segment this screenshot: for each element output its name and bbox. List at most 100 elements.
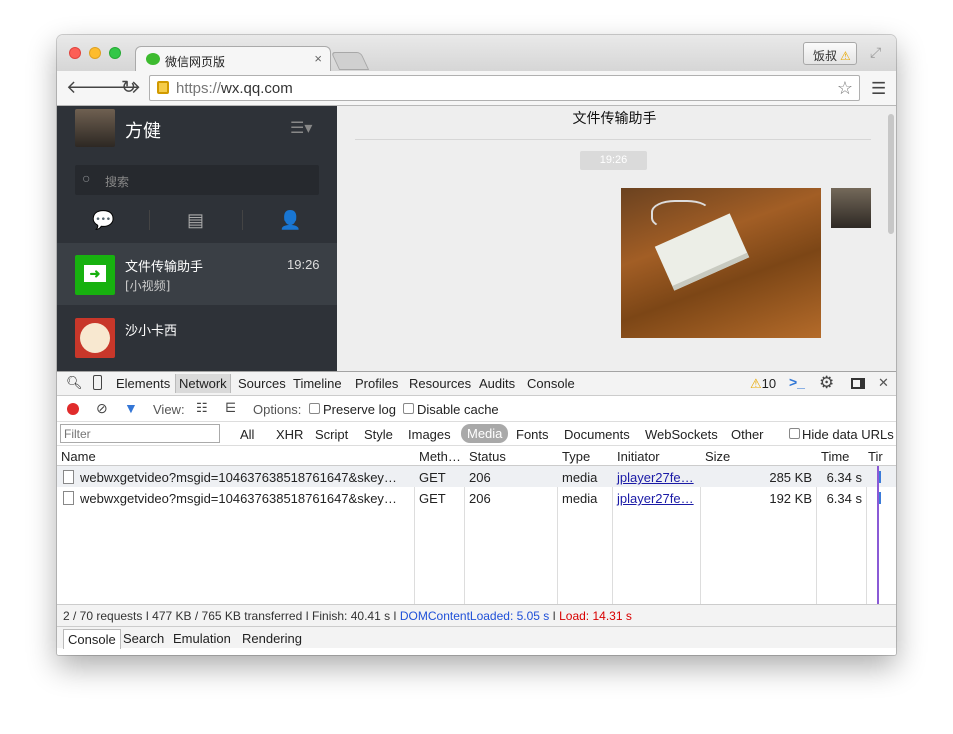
sidebar-menu-icon[interactable]: ☰▾ bbox=[290, 118, 312, 138]
network-table: Name Meth… Status Type Initiator Size Ti… bbox=[57, 446, 896, 604]
column-header[interactable]: Meth… bbox=[419, 449, 461, 464]
reload-button[interactable]: ↻ bbox=[121, 77, 136, 98]
video-message-thumbnail[interactable] bbox=[621, 188, 821, 338]
hamburger-menu-icon[interactable]: ☰ bbox=[871, 79, 886, 99]
request-initiator-link[interactable]: jplayer27fe… bbox=[617, 470, 694, 485]
filter-input[interactable] bbox=[60, 424, 220, 443]
request-method: GET bbox=[419, 491, 446, 506]
chat-time: 19:26 bbox=[287, 257, 320, 272]
avatar bbox=[75, 318, 115, 358]
request-time: 6.34 s bbox=[826, 491, 862, 506]
articles-icon[interactable]: ▤ bbox=[187, 210, 204, 231]
console-drawer-icon[interactable]: >_ bbox=[789, 374, 805, 390]
wechat-sidebar: 方健 ☰▾ ○ 搜索 💬 ▤ 👤 ➜ 文件传输助手 19:26 [小视频] 沙小… bbox=[57, 106, 337, 371]
browser-toolbar: 🡐 🡒 ↻ https://wx.qq.com ☆ ☰ bbox=[57, 71, 896, 106]
url-text: https://wx.qq.com bbox=[176, 80, 293, 97]
search-icon: ○ bbox=[82, 170, 91, 186]
browser-window: 微信网页版 × 饭叔 ⚠ ⤢ 🡐 🡒 ↻ https://wx.qq.com ☆ … bbox=[57, 35, 896, 655]
contacts-icon[interactable]: 👤 bbox=[279, 210, 301, 231]
tab-close-icon[interactable]: × bbox=[314, 51, 322, 66]
filter-fonts[interactable]: Fonts bbox=[516, 427, 549, 442]
address-bar[interactable]: https://wx.qq.com ☆ bbox=[149, 75, 860, 101]
filter-all[interactable]: All bbox=[240, 427, 254, 442]
window-zoom-button[interactable] bbox=[109, 47, 121, 59]
device-mode-icon[interactable] bbox=[93, 375, 102, 390]
tab-profiles[interactable]: Profiles bbox=[355, 376, 398, 391]
close-icon[interactable]: ✕ bbox=[878, 375, 889, 391]
drawer-tab-rendering[interactable]: Rendering bbox=[242, 631, 302, 646]
overview-icon[interactable]: ⋿ bbox=[225, 400, 236, 416]
record-icon[interactable] bbox=[67, 403, 79, 415]
fullscreen-icon[interactable]: ⤢ bbox=[870, 44, 881, 61]
profile-name: 饭叔 bbox=[813, 49, 838, 63]
filter-other[interactable]: Other bbox=[731, 427, 764, 442]
filter-media[interactable]: Media bbox=[461, 424, 509, 443]
lock-warning-icon bbox=[157, 81, 169, 94]
request-name: webwxgetvideo?msgid=104637638518761647&s… bbox=[80, 491, 397, 506]
column-header[interactable]: Tir bbox=[868, 449, 883, 464]
window-close-button[interactable] bbox=[69, 47, 81, 59]
profile-button[interactable]: 饭叔 ⚠ bbox=[803, 42, 857, 65]
title-bar: 微信网页版 × 饭叔 ⚠ ⤢ bbox=[57, 35, 896, 72]
avatar[interactable] bbox=[75, 109, 115, 147]
tab-network[interactable]: Network bbox=[175, 374, 231, 393]
gear-icon[interactable]: ⚙ bbox=[819, 373, 834, 393]
disable-cache-label: Disable cache bbox=[417, 402, 499, 417]
new-tab-button[interactable] bbox=[330, 52, 370, 70]
request-initiator-link[interactable]: jplayer27fe… bbox=[617, 491, 694, 506]
column-header[interactable]: Status bbox=[469, 449, 506, 464]
column-header[interactable]: Time bbox=[821, 449, 849, 464]
chat-item-contact[interactable]: 沙小卡西 bbox=[57, 306, 337, 371]
filter-documents[interactable]: Documents bbox=[564, 427, 630, 442]
tab-timeline[interactable]: Timeline bbox=[293, 376, 342, 391]
warning-counter[interactable]: ⚠10 bbox=[750, 376, 776, 392]
network-toolbar: ⊘ ▼ View: ☷ ⋿ Options: Preserve log Disa… bbox=[57, 397, 896, 422]
dock-side-icon[interactable] bbox=[851, 378, 865, 389]
search-input[interactable]: ○ 搜索 bbox=[75, 165, 319, 195]
timeline-bar bbox=[879, 492, 881, 504]
page-scrollbar[interactable] bbox=[888, 114, 894, 234]
request-type: media bbox=[562, 491, 598, 506]
filter-images[interactable]: Images bbox=[408, 427, 451, 442]
hide-data-urls-checkbox[interactable] bbox=[789, 428, 800, 439]
tab-elements[interactable]: Elements bbox=[116, 376, 170, 391]
drawer-tab-bar: Console Search Emulation Rendering bbox=[57, 626, 896, 649]
bookmark-star-icon[interactable]: ☆ bbox=[837, 78, 853, 99]
column-header[interactable]: Name bbox=[61, 449, 96, 464]
drawer-tab-search[interactable]: Search bbox=[123, 631, 164, 646]
column-header[interactable]: Type bbox=[562, 449, 590, 464]
status-domcontentloaded: DOMContentLoaded: 5.05 s bbox=[399, 609, 550, 623]
window-minimize-button[interactable] bbox=[89, 47, 101, 59]
tab-audits[interactable]: Audits bbox=[479, 376, 515, 391]
column-header[interactable]: Size bbox=[705, 449, 730, 464]
inspect-search-icon[interactable]: 🔍︎ bbox=[66, 375, 83, 391]
chat-item-file-transfer[interactable]: ➜ 文件传输助手 19:26 [小视频] bbox=[57, 243, 337, 305]
devtools-tab-bar: 🔍︎ Elements Network Sources Timeline Pro… bbox=[57, 372, 896, 396]
wechat-favicon-icon bbox=[146, 53, 160, 65]
table-row[interactable]: webwxgetvideo?msgid=104637638518761647&s… bbox=[57, 466, 896, 487]
tab-sources[interactable]: Sources bbox=[238, 376, 286, 391]
clear-icon[interactable]: ⊘ bbox=[96, 400, 108, 417]
drawer-tab-console[interactable]: Console bbox=[63, 629, 121, 649]
filter-funnel-icon[interactable]: ▼ bbox=[124, 400, 138, 416]
tab-console[interactable]: Console bbox=[527, 376, 575, 391]
filter-style[interactable]: Style bbox=[364, 427, 393, 442]
file-icon bbox=[63, 491, 74, 505]
filter-script[interactable]: Script bbox=[315, 427, 348, 442]
avatar[interactable] bbox=[831, 188, 871, 228]
browser-tab[interactable]: 微信网页版 × bbox=[135, 46, 331, 72]
chat-bubble-icon[interactable]: 💬 bbox=[92, 210, 114, 231]
filter-xhr[interactable]: XHR bbox=[276, 427, 303, 442]
webpage: 方健 ☰▾ ○ 搜索 💬 ▤ 👤 ➜ 文件传输助手 19:26 [小视频] 沙小… bbox=[57, 106, 896, 371]
drawer-tab-emulation[interactable]: Emulation bbox=[173, 631, 231, 646]
tab-resources[interactable]: Resources bbox=[409, 376, 471, 391]
preserve-log-checkbox[interactable] bbox=[309, 403, 320, 414]
filter-websockets[interactable]: WebSockets bbox=[645, 427, 718, 442]
preserve-log-label: Preserve log bbox=[323, 402, 396, 417]
filter-bar: All XHR Script Style Images Media Fonts … bbox=[57, 422, 896, 446]
table-row[interactable]: webwxgetvideo?msgid=104637638518761647&s… bbox=[57, 487, 896, 508]
disable-cache-checkbox[interactable] bbox=[403, 403, 414, 414]
network-status-bar: 2 / 70 requests ǀ 477 KB / 765 KB transf… bbox=[57, 604, 896, 626]
column-header[interactable]: Initiator bbox=[617, 449, 660, 464]
large-rows-icon[interactable]: ☷ bbox=[196, 400, 208, 416]
